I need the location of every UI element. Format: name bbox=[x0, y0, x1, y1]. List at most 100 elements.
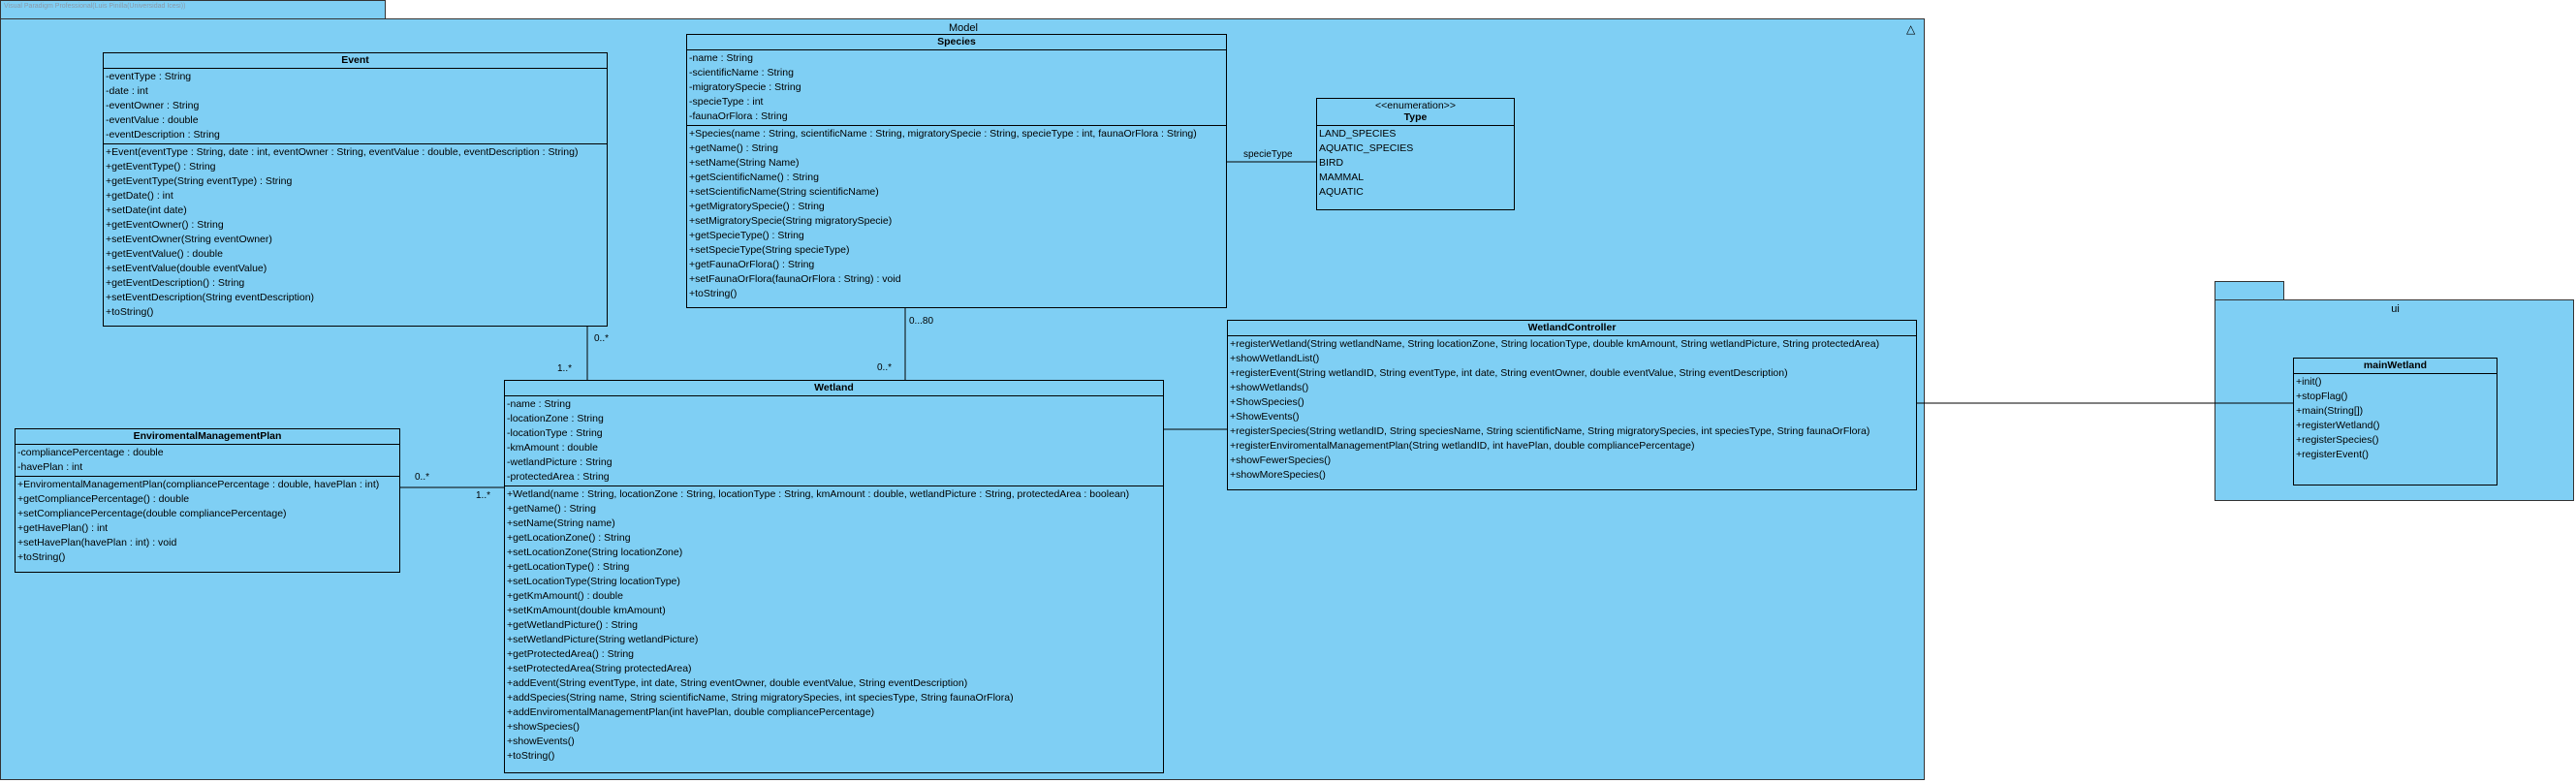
operation: +registerEvent() bbox=[2296, 449, 2369, 460]
enum-literal: AQUATIC bbox=[1319, 186, 1364, 198]
attribute: -eventOwner : String bbox=[106, 100, 200, 111]
operation: +setScientificName(String scientificName… bbox=[689, 186, 879, 198]
operation: +registerEnviromentalManagementPlan(Stri… bbox=[1230, 440, 1695, 452]
class-name: mainWetland bbox=[2363, 360, 2428, 371]
operation: +setSpecieType(String specieType) bbox=[689, 244, 850, 256]
operation: +showWetlandList() bbox=[1230, 353, 1320, 364]
class-name: Wetland bbox=[814, 382, 854, 393]
operation: +setDate(int date) bbox=[106, 204, 187, 216]
operation: +setName(String Name) bbox=[689, 157, 800, 169]
operation: +setFaunaOrFlora(faunaOrFlora : String) … bbox=[689, 273, 901, 285]
attribute: -scientificName : String bbox=[689, 67, 794, 78]
operations-compartment: +Species(name : String, scientificName :… bbox=[687, 125, 1226, 302]
operation: +showMoreSpecies() bbox=[1230, 469, 1326, 481]
operation: +toString() bbox=[689, 288, 738, 299]
operation: +getEventValue() : double bbox=[106, 248, 223, 260]
enum-type[interactable]: <<enumeration>> Type LAND_SPECIES AQUATI… bbox=[1316, 98, 1515, 210]
operation: +getMigratorySpecie() : String bbox=[689, 201, 825, 212]
operation: +getHavePlan() : int bbox=[17, 522, 109, 534]
operation: +registerEvent(String wetlandID, String … bbox=[1230, 367, 1788, 379]
mult-event-end: 0..* bbox=[594, 333, 610, 344]
stereotype-label: <<enumeration>> bbox=[1375, 100, 1456, 111]
operation: +getScientificName() : String bbox=[689, 172, 819, 183]
operation: +getDate() : int bbox=[106, 190, 173, 202]
operation: +showWetlands() bbox=[1230, 382, 1309, 393]
operations-compartment: +EnviromentalManagementPlan(compliancePe… bbox=[16, 476, 399, 566]
class-enviromental-management-plan[interactable]: EnviromentalManagementPlan -compliancePe… bbox=[15, 428, 400, 573]
enum-name: Type bbox=[1403, 111, 1428, 123]
enum-literal: MAMMAL bbox=[1319, 172, 1365, 183]
attribute: -locationType : String bbox=[507, 427, 603, 439]
operation: +getLocationZone() : String bbox=[507, 532, 631, 544]
operation: +toString() bbox=[17, 551, 66, 563]
attribute: -eventType : String bbox=[106, 71, 192, 82]
literals-compartment: LAND_SPECIES AQUATIC_SPECIES BIRD MAMMAL… bbox=[1317, 125, 1514, 201]
operation: +setMigratorySpecie(String migratorySpec… bbox=[689, 215, 893, 227]
operation: +setCompliancePercentage(double complian… bbox=[17, 508, 287, 519]
operation: +registerSpecies() bbox=[2296, 434, 2379, 446]
attributes-compartment: -name : String -locationZone : String -l… bbox=[505, 395, 1163, 485]
operation: +setEventOwner(String eventOwner) bbox=[106, 234, 272, 245]
operation: +showSpecies() bbox=[507, 721, 580, 733]
operation: +setProtectedArea(String protectedArea) bbox=[507, 663, 692, 674]
mult-wetland-end-plan: 1..* bbox=[476, 490, 491, 501]
attribute: -specieType : int bbox=[689, 96, 764, 108]
operation: +setLocationType(String locationType) bbox=[507, 576, 680, 587]
class-species[interactable]: Species -name : String -scientificName :… bbox=[686, 34, 1227, 308]
operation: +getName() : String bbox=[507, 503, 596, 515]
attribute: -eventDescription : String bbox=[106, 129, 220, 141]
role-specie-type: specieType bbox=[1243, 149, 1293, 160]
attribute: -migratorySpecie : String bbox=[689, 81, 801, 93]
attribute: -locationZone : String bbox=[507, 413, 604, 424]
operation: +getName() : String bbox=[689, 142, 778, 154]
attribute: -havePlan : int bbox=[17, 461, 83, 473]
class-wetland[interactable]: Wetland -name : String -locationZone : S… bbox=[504, 380, 1164, 773]
attribute: -protectedArea : String bbox=[507, 471, 610, 483]
class-event[interactable]: Event -eventType : String -date : int -e… bbox=[103, 52, 608, 327]
class-name: WetlandController bbox=[1527, 322, 1617, 333]
attribute: -faunaOrFlora : String bbox=[689, 110, 788, 122]
operation: +getSpecieType() : String bbox=[689, 230, 804, 241]
operation: +getCompliancePercentage() : double bbox=[17, 493, 190, 505]
enum-literal: LAND_SPECIES bbox=[1319, 128, 1397, 140]
attributes-compartment: -eventType : String -date : int -eventOw… bbox=[104, 68, 607, 143]
operation: +Species(name : String, scientificName :… bbox=[689, 128, 1197, 140]
operation: +ShowSpecies() bbox=[1230, 396, 1304, 408]
operations-compartment: +init() +stopFlag() +main(String[]) +reg… bbox=[2294, 373, 2497, 463]
operation: +toString() bbox=[507, 750, 555, 762]
operation: +setEventValue(double eventValue) bbox=[106, 263, 267, 274]
class-wetland-controller[interactable]: WetlandController +registerWetland(Strin… bbox=[1227, 320, 1917, 490]
operation: +getWetlandPicture() : String bbox=[507, 619, 638, 631]
class-name: Event bbox=[341, 54, 369, 66]
enum-literal: BIRD bbox=[1319, 157, 1344, 169]
operation: +stopFlag() bbox=[2296, 391, 2348, 402]
operation: +setWetlandPicture(String wetlandPicture… bbox=[507, 634, 699, 645]
operation: +init() bbox=[2296, 376, 2322, 388]
operation: +setEventDescription(String eventDescrip… bbox=[106, 292, 315, 303]
class-name: EnviromentalManagementPlan bbox=[133, 430, 282, 442]
class-main-wetland[interactable]: mainWetland +init() +stopFlag() +main(St… bbox=[2293, 358, 2497, 485]
operation: +getKmAmount() : double bbox=[507, 590, 623, 602]
enum-literal: AQUATIC_SPECIES bbox=[1319, 142, 1414, 154]
mult-wetland-end-event: 1..* bbox=[557, 363, 573, 374]
operation: +Event(eventType : String, date : int, e… bbox=[106, 146, 579, 158]
operation: +setName(String name) bbox=[507, 517, 615, 529]
operation: +addSpecies(String name, String scientif… bbox=[507, 692, 1014, 704]
attribute: -wetlandPicture : String bbox=[507, 456, 613, 468]
operations-compartment: +registerWetland(String wetlandName, Str… bbox=[1228, 335, 1916, 484]
operation: +getProtectedArea() : String bbox=[507, 648, 635, 660]
attribute: -compliancePercentage : double bbox=[17, 447, 164, 458]
operation: +getEventDescription() : String bbox=[106, 277, 245, 289]
operation: +setKmAmount(double kmAmount) bbox=[507, 605, 666, 616]
operation: +registerWetland() bbox=[2296, 420, 2380, 431]
operation: +EnviromentalManagementPlan(compliancePe… bbox=[17, 479, 380, 490]
operation: +getLocationType() : String bbox=[507, 561, 630, 573]
operation: +showEvents() bbox=[507, 736, 575, 747]
attribute: -name : String bbox=[689, 52, 753, 64]
operation: +ShowEvents() bbox=[1230, 411, 1300, 423]
attribute: -eventValue : double bbox=[106, 114, 199, 126]
operation: +getEventType() : String bbox=[106, 161, 216, 172]
operation: +getEventType(String eventType) : String bbox=[106, 175, 293, 187]
operation: +setLocationZone(String locationZone) bbox=[507, 547, 683, 558]
operation: +toString() bbox=[106, 306, 154, 318]
